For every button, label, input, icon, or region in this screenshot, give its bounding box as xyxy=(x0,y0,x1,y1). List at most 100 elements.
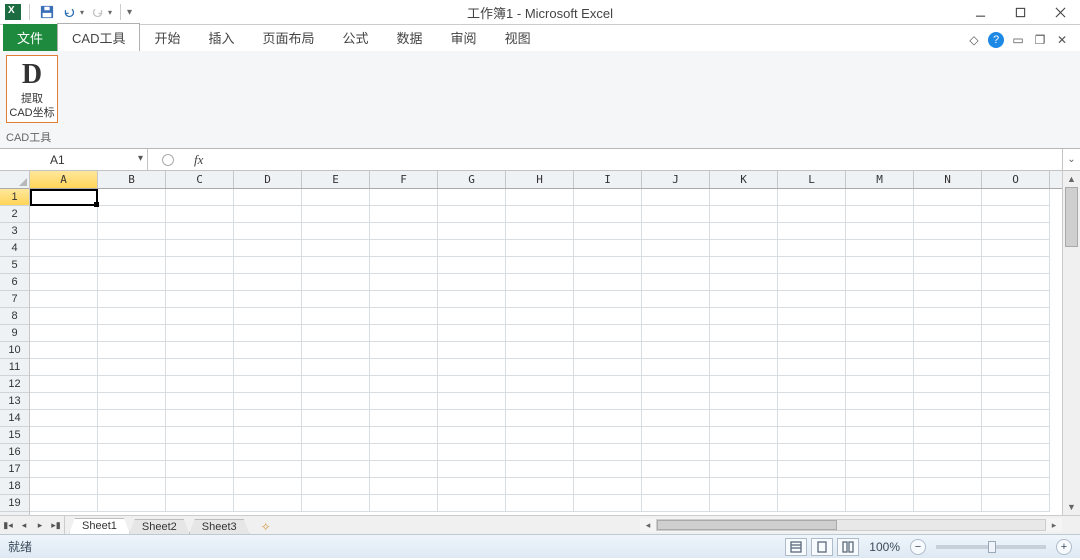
cell[interactable] xyxy=(574,461,642,478)
cell[interactable] xyxy=(438,206,506,223)
cell[interactable] xyxy=(506,359,574,376)
cell[interactable] xyxy=(506,325,574,342)
column-header[interactable]: H xyxy=(506,171,574,188)
cell[interactable] xyxy=(642,359,710,376)
cell[interactable] xyxy=(778,325,846,342)
row-header[interactable]: 5 xyxy=(0,257,29,274)
window-minimize-button[interactable] xyxy=(960,0,1000,25)
cell[interactable] xyxy=(166,189,234,206)
cell[interactable] xyxy=(642,308,710,325)
cell[interactable] xyxy=(302,478,370,495)
cell[interactable] xyxy=(234,206,302,223)
tab-view[interactable]: 视图 xyxy=(491,24,545,51)
cell[interactable] xyxy=(234,393,302,410)
cell[interactable] xyxy=(642,325,710,342)
cell[interactable] xyxy=(642,495,710,512)
cell[interactable] xyxy=(98,325,166,342)
row-header[interactable]: 11 xyxy=(0,359,29,376)
tab-cad-tools[interactable]: CAD工具 xyxy=(57,23,140,51)
row-header[interactable]: 10 xyxy=(0,342,29,359)
cell[interactable] xyxy=(982,478,1050,495)
column-header[interactable]: K xyxy=(710,171,778,188)
cell[interactable] xyxy=(574,495,642,512)
cell[interactable] xyxy=(846,376,914,393)
formula-bar-expand-icon[interactable]: ⌄ xyxy=(1062,149,1080,170)
tab-formulas[interactable]: 公式 xyxy=(329,24,383,51)
cell[interactable] xyxy=(778,461,846,478)
cell[interactable] xyxy=(642,223,710,240)
sheet-tab-sheet1[interactable]: Sheet1 xyxy=(69,518,130,534)
cell[interactable] xyxy=(166,393,234,410)
column-header[interactable]: A xyxy=(30,171,98,188)
cell[interactable] xyxy=(982,359,1050,376)
cell[interactable] xyxy=(234,240,302,257)
cell[interactable] xyxy=(710,223,778,240)
cell[interactable] xyxy=(506,478,574,495)
row-header[interactable]: 14 xyxy=(0,410,29,427)
cell[interactable] xyxy=(438,325,506,342)
cell[interactable] xyxy=(506,461,574,478)
cell[interactable] xyxy=(710,274,778,291)
cell[interactable] xyxy=(98,291,166,308)
cell[interactable] xyxy=(98,206,166,223)
view-page-layout-button[interactable] xyxy=(811,538,833,556)
cell[interactable] xyxy=(98,376,166,393)
row-header[interactable]: 6 xyxy=(0,274,29,291)
cell[interactable] xyxy=(370,461,438,478)
cell[interactable] xyxy=(302,376,370,393)
cell[interactable] xyxy=(438,189,506,206)
row-header[interactable]: 12 xyxy=(0,376,29,393)
row-header[interactable]: 8 xyxy=(0,308,29,325)
cell[interactable] xyxy=(302,325,370,342)
cell[interactable] xyxy=(846,410,914,427)
sheet-nav-first-icon[interactable]: ▮◂ xyxy=(0,516,16,534)
cell[interactable] xyxy=(438,478,506,495)
cell[interactable] xyxy=(30,291,98,308)
cell[interactable] xyxy=(846,206,914,223)
cell[interactable] xyxy=(166,206,234,223)
cell[interactable] xyxy=(642,461,710,478)
scroll-right-icon[interactable]: ▸ xyxy=(1046,520,1062,531)
cell[interactable] xyxy=(642,478,710,495)
cell[interactable] xyxy=(166,291,234,308)
cell[interactable] xyxy=(642,376,710,393)
cell[interactable] xyxy=(30,444,98,461)
column-header[interactable]: D xyxy=(234,171,302,188)
cell[interactable] xyxy=(778,495,846,512)
cell[interactable] xyxy=(506,240,574,257)
cell[interactable] xyxy=(982,393,1050,410)
cell[interactable] xyxy=(234,461,302,478)
cell[interactable] xyxy=(98,393,166,410)
cell[interactable] xyxy=(846,223,914,240)
cell[interactable] xyxy=(846,274,914,291)
cell[interactable] xyxy=(30,308,98,325)
cell[interactable] xyxy=(234,257,302,274)
cell[interactable] xyxy=(30,342,98,359)
cell[interactable] xyxy=(506,444,574,461)
column-header[interactable]: J xyxy=(642,171,710,188)
column-header[interactable]: I xyxy=(574,171,642,188)
name-box-dropdown-icon[interactable]: ▾ xyxy=(138,153,143,164)
cell[interactable] xyxy=(846,495,914,512)
cell[interactable] xyxy=(778,393,846,410)
cell[interactable] xyxy=(166,359,234,376)
vertical-scrollbar[interactable]: ▲ ▼ xyxy=(1062,171,1080,515)
cell[interactable] xyxy=(302,257,370,274)
row-header[interactable]: 3 xyxy=(0,223,29,240)
zoom-out-button[interactable]: − xyxy=(910,539,926,555)
cell[interactable] xyxy=(166,410,234,427)
cell[interactable] xyxy=(710,359,778,376)
cell[interactable] xyxy=(710,427,778,444)
cell[interactable] xyxy=(982,206,1050,223)
cell[interactable] xyxy=(710,461,778,478)
cell[interactable] xyxy=(982,189,1050,206)
zoom-slider[interactable] xyxy=(936,545,1046,549)
cell[interactable] xyxy=(710,478,778,495)
cell[interactable] xyxy=(846,444,914,461)
cell[interactable] xyxy=(370,393,438,410)
cell[interactable] xyxy=(98,189,166,206)
qat-redo-dropdown-icon[interactable]: ▾ xyxy=(108,8,112,17)
cell[interactable] xyxy=(166,257,234,274)
cell[interactable] xyxy=(778,410,846,427)
row-header[interactable]: 19 xyxy=(0,495,29,512)
